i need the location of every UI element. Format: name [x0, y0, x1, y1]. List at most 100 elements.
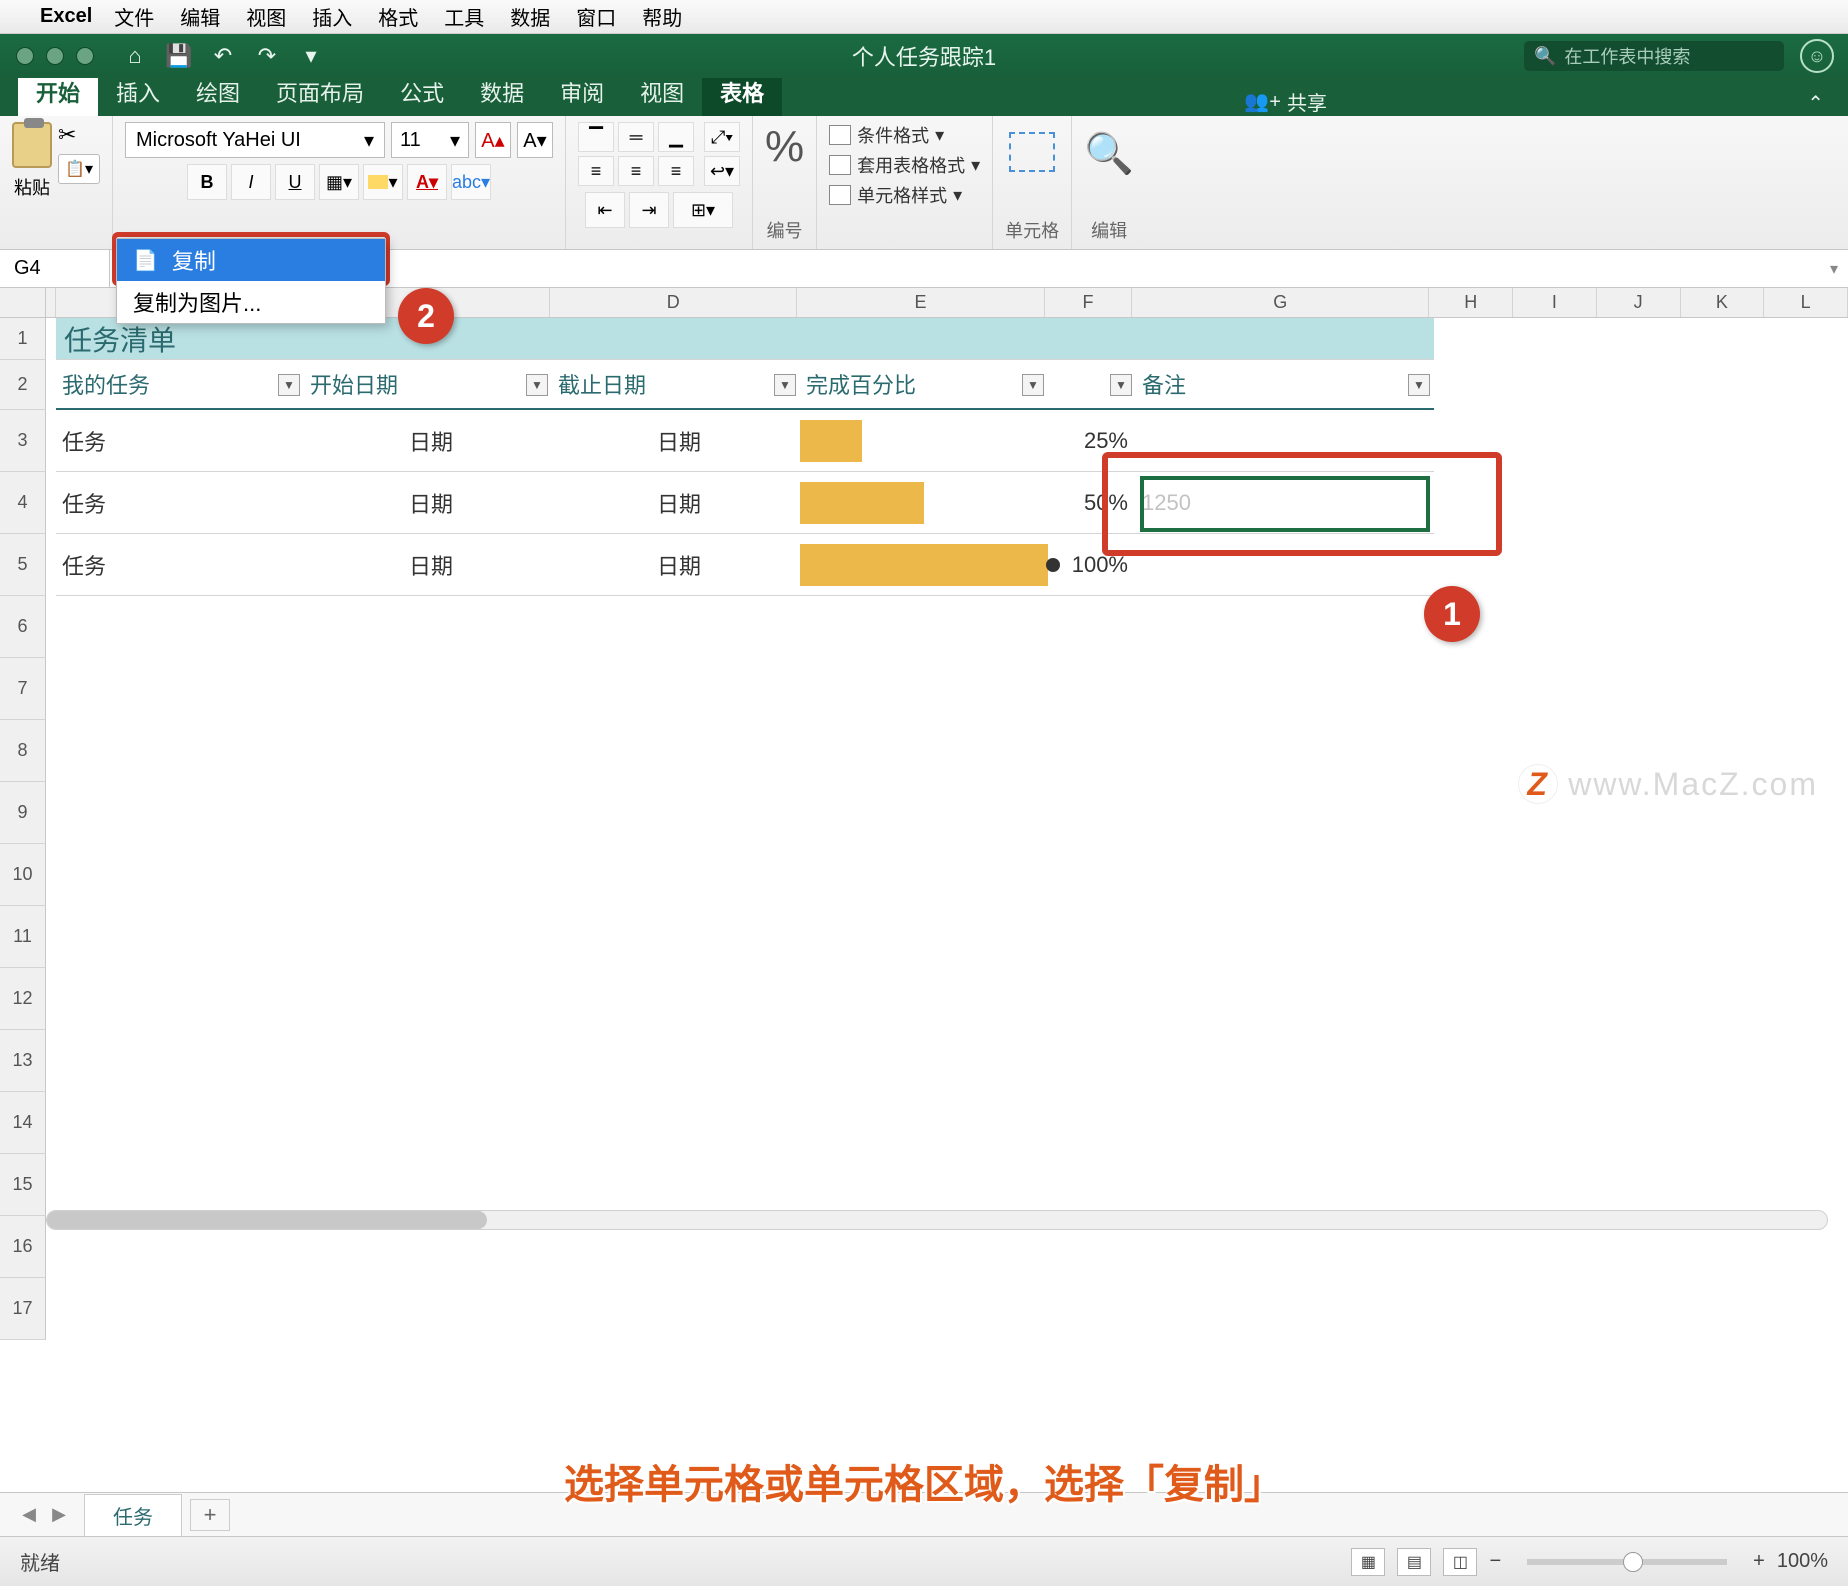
- cut-button[interactable]: ✂: [58, 122, 100, 148]
- col-header-E[interactable]: E: [797, 288, 1044, 317]
- col-header-H[interactable]: H: [1429, 288, 1513, 317]
- cell-styles-button[interactable]: 单元格样式 ▾: [829, 182, 962, 208]
- row-header-2[interactable]: 2: [0, 360, 46, 410]
- expand-formula-bar-icon[interactable]: ▾: [1830, 259, 1838, 279]
- row-header-6[interactable]: 6: [0, 596, 46, 658]
- increase-indent-button[interactable]: ⇥: [629, 192, 669, 228]
- row-header-1[interactable]: 1: [0, 318, 46, 360]
- row-header-12[interactable]: 12: [0, 968, 46, 1030]
- percent-icon[interactable]: %: [765, 122, 804, 172]
- wrap-text-button[interactable]: ↩▾: [704, 156, 740, 186]
- row-header-14[interactable]: 14: [0, 1092, 46, 1154]
- cell-start[interactable]: 日期: [304, 410, 552, 471]
- row-header-5[interactable]: 5: [0, 534, 46, 596]
- zoom-in-button[interactable]: +: [1753, 1550, 1765, 1573]
- cell-start[interactable]: 日期: [304, 472, 552, 533]
- col-header-F[interactable]: F: [1045, 288, 1133, 317]
- find-icon[interactable]: 🔍: [1084, 130, 1134, 177]
- filter-icon[interactable]: ▼: [774, 374, 796, 396]
- next-sheet-button[interactable]: ▶: [44, 1500, 74, 1530]
- cell-bar[interactable]: [800, 472, 1048, 533]
- save-icon[interactable]: 💾: [166, 43, 192, 69]
- menu-help[interactable]: 帮助: [642, 2, 682, 31]
- zoom-level[interactable]: 100%: [1777, 1550, 1828, 1573]
- redo-icon[interactable]: ↷: [254, 43, 280, 69]
- cell-task[interactable]: 任务: [56, 472, 304, 533]
- window-controls[interactable]: [16, 47, 94, 65]
- row-header-7[interactable]: 7: [0, 658, 46, 720]
- share-button[interactable]: 👥+ 共享: [1244, 87, 1327, 116]
- cell-end[interactable]: 日期: [552, 410, 800, 471]
- app-name[interactable]: Excel: [40, 5, 92, 28]
- align-top-button[interactable]: ▔: [578, 122, 614, 152]
- row-header-3[interactable]: 3: [0, 410, 46, 472]
- decrease-indent-button[interactable]: ⇤: [585, 192, 625, 228]
- filter-icon[interactable]: ▼: [278, 374, 300, 396]
- font-color-button[interactable]: A▾: [407, 164, 447, 200]
- zoom-slider[interactable]: [1527, 1559, 1727, 1565]
- add-sheet-button[interactable]: +: [190, 1499, 230, 1531]
- sheet-tab-active[interactable]: 任务: [84, 1494, 182, 1536]
- col-header-G[interactable]: G: [1132, 288, 1429, 317]
- header-end[interactable]: 截止日期▼: [552, 360, 800, 410]
- row-header-10[interactable]: 10: [0, 844, 46, 906]
- horizontal-scrollbar[interactable]: [46, 1210, 1828, 1230]
- cell-end[interactable]: 日期: [552, 534, 800, 595]
- undo-icon[interactable]: ↶: [210, 43, 236, 69]
- menu-view[interactable]: 视图: [246, 2, 286, 31]
- filter-icon[interactable]: ▼: [1022, 374, 1044, 396]
- header-blank[interactable]: ▼: [1048, 360, 1136, 410]
- row-header-17[interactable]: 17: [0, 1278, 46, 1340]
- menu-item-copy-as-picture[interactable]: 复制为图片...: [117, 281, 385, 323]
- cell-end[interactable]: 日期: [552, 472, 800, 533]
- row-header-4[interactable]: 4: [0, 472, 46, 534]
- row-header-8[interactable]: 8: [0, 720, 46, 782]
- cell-bar[interactable]: [800, 410, 1048, 471]
- menu-file[interactable]: 文件: [114, 2, 154, 31]
- header-pct[interactable]: 完成百分比▼: [800, 360, 1048, 410]
- row-header-15[interactable]: 15: [0, 1154, 46, 1216]
- col-header-L[interactable]: L: [1764, 288, 1848, 317]
- cell-task[interactable]: 任务: [56, 534, 304, 595]
- cell-start[interactable]: 日期: [304, 534, 552, 595]
- feedback-icon[interactable]: ☺: [1800, 39, 1834, 73]
- font-size-select[interactable]: 11▾: [391, 122, 469, 158]
- align-left-button[interactable]: ≡: [578, 156, 614, 186]
- fill-handle-icon[interactable]: [1046, 558, 1060, 572]
- menu-insert[interactable]: 插入: [312, 2, 352, 31]
- table-format-button[interactable]: 套用表格格式 ▾: [829, 152, 980, 178]
- merge-button[interactable]: ⊞▾: [673, 192, 733, 228]
- conditional-format-button[interactable]: 条件格式 ▾: [829, 122, 944, 148]
- filter-icon[interactable]: ▼: [526, 374, 548, 396]
- copy-dropdown-button[interactable]: 📋▾: [58, 154, 100, 184]
- orientation-button[interactable]: ⤢▾: [704, 122, 740, 152]
- phonetic-button[interactable]: abc▾: [451, 164, 491, 200]
- select-all-corner[interactable]: [0, 288, 46, 317]
- home-icon[interactable]: ⌂: [122, 43, 148, 69]
- cell-bar[interactable]: [800, 534, 1048, 595]
- collapse-ribbon-icon[interactable]: ⌃: [1807, 91, 1824, 116]
- align-middle-button[interactable]: ═: [618, 122, 654, 152]
- search-input[interactable]: 🔍 在工作表中搜索: [1524, 41, 1784, 71]
- page-layout-view-button[interactable]: ▤: [1397, 1548, 1431, 1576]
- cell-title[interactable]: 任务清单: [56, 318, 1434, 360]
- menu-window[interactable]: 窗口: [576, 2, 616, 31]
- header-note[interactable]: 备注▼: [1136, 360, 1434, 410]
- col-header-D[interactable]: D: [550, 288, 797, 317]
- underline-button[interactable]: U: [275, 164, 315, 200]
- header-start[interactable]: 开始日期▼: [304, 360, 552, 410]
- paste-button[interactable]: 粘贴: [12, 122, 52, 200]
- normal-view-button[interactable]: ▦: [1351, 1548, 1385, 1576]
- border-button[interactable]: ▦▾: [319, 164, 359, 200]
- filter-icon[interactable]: ▼: [1110, 374, 1132, 396]
- align-right-button[interactable]: ≡: [658, 156, 694, 186]
- page-break-view-button[interactable]: ◫: [1443, 1548, 1477, 1576]
- font-name-select[interactable]: Microsoft YaHei UI▾: [125, 122, 385, 158]
- align-bottom-button[interactable]: ▁: [658, 122, 694, 152]
- name-box[interactable]: G4: [0, 250, 110, 287]
- menu-edit[interactable]: 编辑: [180, 2, 220, 31]
- menu-format[interactable]: 格式: [378, 2, 418, 31]
- bold-button[interactable]: B: [187, 164, 227, 200]
- cell-task[interactable]: 任务: [56, 410, 304, 471]
- row-header-13[interactable]: 13: [0, 1030, 46, 1092]
